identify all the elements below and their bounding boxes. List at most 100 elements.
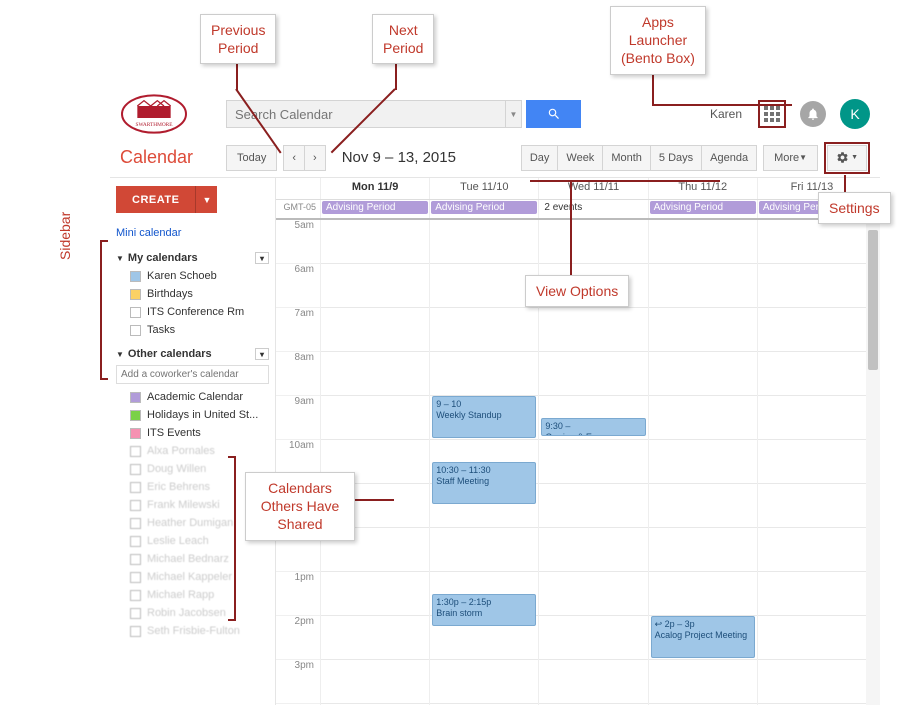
calendar-item[interactable]: ITS Conference Rm (116, 303, 269, 321)
calendar-item[interactable]: Michael Kappeler (116, 568, 269, 586)
search-input[interactable] (226, 100, 506, 128)
bell-icon (806, 107, 820, 121)
calendar-checkbox[interactable] (130, 518, 141, 529)
time-label: 7am (276, 308, 320, 352)
view-options: Day Week Month 5 Days Agenda (521, 145, 757, 171)
annotation-sidebar: Sidebar (57, 212, 73, 260)
time-label: 6am (276, 264, 320, 308)
calendar-item[interactable]: Michael Bednarz (116, 550, 269, 568)
calendar-checkbox[interactable] (130, 446, 141, 457)
toolbar: Calendar Today ‹ › Nov 9 – 13, 2015 Day … (110, 138, 880, 178)
calendar-item[interactable]: Karen Schoeb (116, 267, 269, 285)
calendar-item[interactable]: Alxa Pornales (116, 442, 269, 460)
view-week[interactable]: Week (558, 145, 603, 171)
other-calendars-header[interactable]: ▼ Other calendars ▾ (116, 345, 269, 363)
time-label: 5am (276, 220, 320, 264)
calendar-event[interactable]: 10:30 – 11:30Staff Meeting (432, 462, 536, 504)
caret-down-icon: ▼ (851, 154, 858, 161)
scrollbar[interactable] (866, 220, 880, 705)
day-header[interactable]: Tue 11/10 (429, 178, 538, 199)
search-icon (547, 107, 561, 121)
other-calendars-menu[interactable]: ▾ (255, 348, 269, 360)
day-column[interactable]: 9 – 10Weekly Standup 10:30 – 11:30Staff M… (429, 220, 538, 705)
calendar-checkbox[interactable] (130, 590, 141, 601)
search-dropdown[interactable]: ▼ (506, 100, 522, 128)
calendar-event[interactable]: ↩ 2p – 3pAcalog Project Meeting (651, 616, 755, 658)
calendar-checkbox[interactable] (130, 428, 141, 439)
calendar-item[interactable]: Birthdays (116, 285, 269, 303)
day-column[interactable] (320, 220, 429, 705)
scroll-thumb[interactable] (868, 230, 878, 370)
time-label: 2pm (276, 616, 320, 660)
calendar-checkbox[interactable] (130, 271, 141, 282)
caret-down-icon: ▼ (799, 153, 807, 162)
calendar-checkbox[interactable] (130, 500, 141, 511)
calendar-grid: Mon 11/9 Tue 11/10 Wed 11/11 Thu 11/12 F… (275, 178, 880, 705)
calendar-event[interactable]: 9 – 10Weekly Standup (432, 396, 536, 438)
calendar-event[interactable]: 1:30p – 2:15pBrain storm (432, 594, 536, 626)
calendar-item[interactable]: Robin Jacobsen (116, 604, 269, 622)
my-calendars-menu[interactable]: ▾ (255, 252, 269, 264)
create-button[interactable]: CREATE (116, 186, 195, 213)
calendar-checkbox[interactable] (130, 410, 141, 421)
mini-calendar-link[interactable]: Mini calendar (116, 223, 269, 243)
calendar-item[interactable]: Academic Calendar (116, 388, 269, 406)
calendar-checkbox[interactable] (130, 307, 141, 318)
allday-summary[interactable]: 2 events (540, 201, 646, 214)
notifications-button[interactable] (800, 101, 826, 127)
my-calendars-header[interactable]: ▼ My calendars ▾ (116, 249, 269, 267)
next-period-button[interactable]: › (304, 145, 326, 171)
calendar-checkbox[interactable] (130, 464, 141, 475)
more-button[interactable]: More ▼ (763, 145, 818, 171)
day-column[interactable]: ↩ 2p – 3pAcalog Project Meeting (648, 220, 757, 705)
svg-text:SWARTHMORE: SWARTHMORE (136, 122, 173, 128)
today-button[interactable]: Today (226, 145, 277, 171)
user-name: Karen (710, 107, 742, 121)
allday-event[interactable]: Advising Period (650, 201, 756, 214)
create-dropdown[interactable]: ▼ (195, 186, 217, 213)
calendar-checkbox[interactable] (130, 536, 141, 547)
view-day[interactable]: Day (521, 145, 559, 171)
chevron-right-icon: › (313, 152, 317, 164)
time-label: 8am (276, 352, 320, 396)
calendar-event[interactable]: 9:30 –Corrine & E (541, 418, 645, 436)
calendar-checkbox[interactable] (130, 482, 141, 493)
calendar-item[interactable]: ITS Events (116, 424, 269, 442)
gear-icon (836, 151, 849, 164)
calendar-checkbox[interactable] (130, 289, 141, 300)
timezone-label: GMT-05 (276, 200, 320, 218)
day-column[interactable] (757, 220, 866, 705)
calendar-item[interactable]: Seth Frisbie-Fulton (116, 622, 269, 640)
time-label: 9am (276, 396, 320, 440)
apps-grid-icon (764, 106, 780, 122)
view-month[interactable]: Month (603, 145, 651, 171)
annotation-settings: Settings (818, 192, 891, 224)
day-header[interactable]: Mon 11/9 (320, 178, 429, 199)
calendar-item[interactable]: Michael Rapp (116, 586, 269, 604)
allday-event[interactable]: Advising Period (322, 201, 428, 214)
calendar-item[interactable]: Holidays in United St... (116, 406, 269, 424)
calendar-checkbox[interactable] (130, 626, 141, 637)
logo-swarthmore: SWARTHMORE (120, 94, 188, 134)
calendar-checkbox[interactable] (130, 608, 141, 619)
allday-event[interactable]: Advising Period (431, 201, 537, 214)
user-avatar[interactable]: K (840, 99, 870, 129)
calendar-item[interactable]: Tasks (116, 321, 269, 339)
calendar-checkbox[interactable] (130, 554, 141, 565)
view-5days[interactable]: 5 Days (651, 145, 702, 171)
calendar-checkbox[interactable] (130, 392, 141, 403)
annotation-apps-launcher: Apps Launcher (Bento Box) (610, 6, 706, 75)
annotation-next-period: Next Period (372, 14, 434, 64)
topbar: SWARTHMORE ▼ Karen K (110, 90, 880, 138)
sidebar-bracket (100, 240, 108, 380)
prev-period-button[interactable]: ‹ (283, 145, 304, 171)
calendar-checkbox[interactable] (130, 572, 141, 583)
search-button[interactable] (526, 100, 581, 128)
time-label: 1pm (276, 572, 320, 616)
annotation-view-options: View Options (525, 275, 629, 307)
add-coworker-input[interactable] (116, 365, 269, 384)
view-agenda[interactable]: Agenda (702, 145, 757, 171)
settings-button[interactable]: ▼ (827, 145, 867, 171)
app-title: Calendar (120, 147, 220, 168)
calendar-checkbox[interactable] (130, 325, 141, 336)
